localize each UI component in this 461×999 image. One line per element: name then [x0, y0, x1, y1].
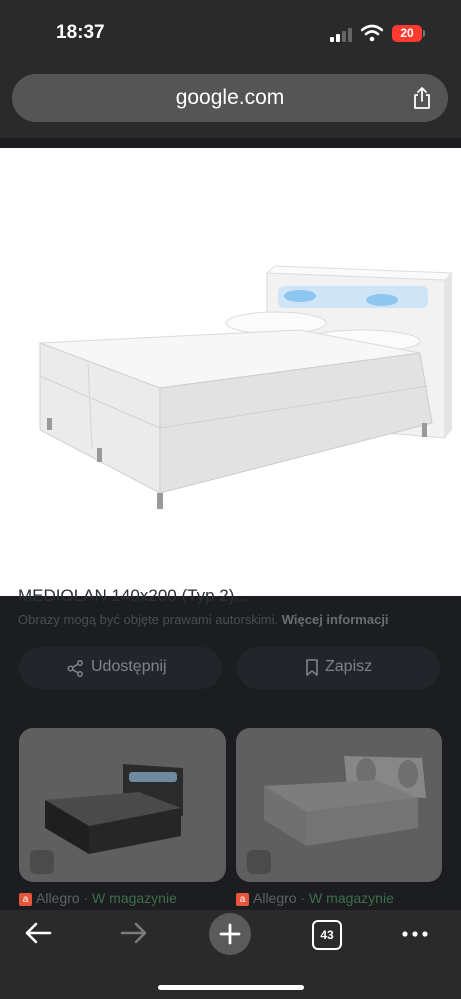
more-info-link[interactable]: Więcej informacji	[282, 612, 389, 627]
related-source[interactable]: a Allegro · W magazynie	[236, 890, 394, 906]
copyright-notice: Obrazy mogą być objęte prawami autorskim…	[18, 612, 279, 627]
allegro-icon: a	[19, 893, 32, 906]
forward-arrow-icon[interactable]	[120, 921, 148, 945]
status-time: 18:37	[56, 22, 105, 43]
related-source[interactable]: a Allegro · W magazynie	[19, 890, 177, 906]
availability: W magazynie	[309, 890, 394, 906]
product-image[interactable]	[0, 148, 461, 596]
plus-icon	[219, 923, 241, 945]
image-title: MEDIOLAN 140x200 (Typ 2)...	[18, 586, 249, 605]
battery-icon: 20	[392, 25, 422, 42]
share-button-label: Udostępnij	[91, 658, 167, 675]
bed-image	[39, 265, 454, 509]
battery-tip	[423, 30, 425, 37]
save-button[interactable]: Zapisz	[237, 647, 440, 689]
related-image-card[interactable]	[19, 728, 226, 882]
share-icon[interactable]	[411, 86, 433, 110]
share-button[interactable]: Udostępnij	[19, 647, 222, 689]
url-text[interactable]: google.com	[12, 74, 448, 122]
cellular-signal-icon	[330, 28, 352, 42]
back-arrow-icon[interactable]	[24, 921, 52, 945]
more-menu-icon[interactable]	[401, 930, 429, 938]
price-tag-icon	[30, 850, 54, 874]
allegro-icon: a	[236, 893, 249, 906]
copyright-caption: Obrazy mogą być objęte prawami autorskim…	[18, 612, 389, 627]
source-name: Allegro	[36, 890, 80, 906]
tabs-button[interactable]: 43	[312, 920, 342, 950]
wifi-icon	[361, 24, 383, 42]
source-name: Allegro	[253, 890, 297, 906]
related-image-card[interactable]	[236, 728, 442, 882]
separator: ·	[296, 890, 310, 906]
bookmark-icon	[306, 659, 318, 676]
share-nodes-icon	[67, 660, 84, 677]
home-indicator	[158, 985, 304, 990]
price-tag-icon	[247, 850, 271, 874]
save-button-label: Zapisz	[325, 658, 373, 675]
separator: ·	[79, 890, 93, 906]
availability: W magazynie	[92, 890, 177, 906]
